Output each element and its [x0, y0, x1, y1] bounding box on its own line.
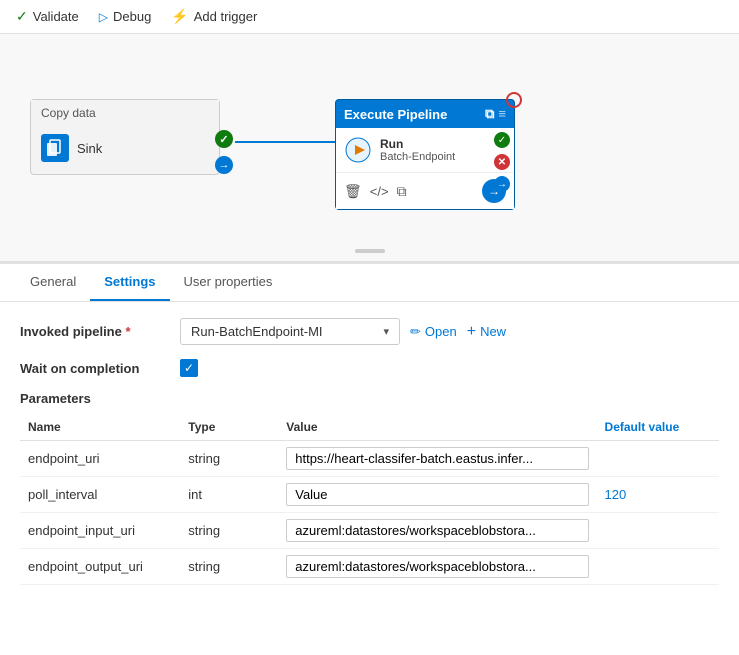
- bottom-panel: General Settings User properties Invoked…: [0, 264, 739, 655]
- param-name: endpoint_uri: [20, 441, 180, 477]
- execute-header-icons: ⧉ ≡: [485, 106, 506, 122]
- trigger-icon: ⚡: [171, 8, 188, 25]
- tab-general[interactable]: General: [16, 264, 90, 301]
- param-default: [597, 513, 719, 549]
- table-row: endpoint_uristring: [20, 441, 719, 477]
- copy-data-connectors: ✓ →: [215, 130, 233, 174]
- param-value-cell: [278, 477, 596, 513]
- validate-button[interactable]: ✓ Validate: [16, 8, 79, 25]
- execute-title: Execute Pipeline: [344, 107, 447, 122]
- collapse-handle[interactable]: [355, 249, 385, 253]
- run-icon: [344, 136, 372, 164]
- invoked-pipeline-row: Invoked pipeline * Run-BatchEndpoint-MI …: [20, 318, 719, 345]
- copy-data-title: Copy data: [41, 106, 96, 120]
- copy-data-body: Sink: [31, 126, 219, 174]
- param-type: string: [180, 549, 278, 585]
- edit-icon: ✏: [410, 324, 421, 340]
- table-row: endpoint_input_uristring: [20, 513, 719, 549]
- new-label: New: [480, 324, 506, 339]
- exec-success-connector[interactable]: ✓: [494, 132, 510, 148]
- run-label: Run Batch-Endpoint: [380, 137, 455, 163]
- table-row: poll_intervalint 120: [20, 477, 719, 513]
- code-icon[interactable]: </>: [370, 184, 389, 199]
- col-header-type: Type: [180, 414, 278, 441]
- param-type: string: [180, 441, 278, 477]
- chevron-down-icon: ▾: [383, 325, 389, 338]
- add-trigger-label: Add trigger: [194, 9, 258, 24]
- execute-pipeline-node[interactable]: Execute Pipeline ⧉ ≡ Run Batch-Endpoint …: [335, 99, 515, 210]
- param-value-input[interactable]: [286, 519, 588, 542]
- col-header-default: Default value: [597, 414, 719, 441]
- execute-footer: 🗑 </> ⧉ →: [336, 172, 514, 209]
- debug-label: Debug: [113, 9, 151, 24]
- parameters-table: Name Type Value Default value endpoint_u…: [20, 414, 719, 585]
- copy-data-node[interactable]: Copy data Sink ✓ →: [30, 99, 220, 175]
- wait-completion-control: ✓: [180, 359, 719, 377]
- toolbar: ✓ Validate ▷ Debug ⚡ Add trigger: [0, 0, 739, 34]
- param-value-cell: [278, 513, 596, 549]
- red-status-circle: [506, 92, 522, 108]
- delete-icon[interactable]: 🗑: [344, 183, 362, 200]
- tab-settings[interactable]: Settings: [90, 264, 169, 301]
- wait-completion-row: Wait on completion ✓: [20, 359, 719, 377]
- run-text: Run: [380, 137, 455, 151]
- copy-icon[interactable]: ⧉: [397, 183, 407, 200]
- add-trigger-button[interactable]: ⚡ Add trigger: [171, 8, 257, 25]
- wait-completion-label: Wait on completion: [20, 361, 180, 376]
- execute-body: Run Batch-Endpoint ✓ ✕ →: [336, 128, 514, 172]
- tab-bar: General Settings User properties: [0, 264, 739, 302]
- external-link-icon[interactable]: ⧉: [485, 106, 494, 122]
- param-value-input[interactable]: [286, 483, 588, 506]
- param-default: [597, 549, 719, 585]
- param-default: 120: [597, 477, 719, 513]
- execute-connectors: ✓ ✕ →: [490, 128, 514, 196]
- param-value-cell: [278, 441, 596, 477]
- param-value-cell: [278, 549, 596, 585]
- invoked-pipeline-control: Run-BatchEndpoint-MI ▾ ✏ Open + New: [180, 318, 719, 345]
- debug-button[interactable]: ▷ Debug: [99, 9, 152, 24]
- param-default: [597, 441, 719, 477]
- copy-data-body-label: Sink: [77, 141, 102, 156]
- canvas-area: Copy data Sink ✓ → Execute Pipeline ⧉: [0, 34, 739, 264]
- param-type: string: [180, 513, 278, 549]
- open-button[interactable]: ✏ Open: [410, 324, 457, 340]
- copy-data-icon: [41, 134, 69, 162]
- validate-label: Validate: [33, 9, 79, 24]
- pipeline-dropdown[interactable]: Run-BatchEndpoint-MI ▾: [180, 318, 400, 345]
- col-header-value: Value: [278, 414, 596, 441]
- col-header-name: Name: [20, 414, 180, 441]
- tab-user-properties[interactable]: User properties: [170, 264, 287, 301]
- new-button[interactable]: + New: [467, 323, 506, 341]
- param-value-input[interactable]: [286, 555, 588, 578]
- settings-content: Invoked pipeline * Run-BatchEndpoint-MI …: [0, 302, 739, 601]
- exec-skip-connector[interactable]: →: [494, 176, 510, 192]
- exec-fail-connector[interactable]: ✕: [494, 154, 510, 170]
- parameters-section: Parameters Name Type Value Default value…: [20, 391, 719, 585]
- execute-header: Execute Pipeline ⧉ ≡: [336, 100, 514, 128]
- play-icon: ▷: [99, 10, 108, 24]
- table-row: endpoint_output_uristring: [20, 549, 719, 585]
- param-name: poll_interval: [20, 477, 180, 513]
- connection-arrow: [235, 141, 340, 143]
- wait-completion-checkbox[interactable]: ✓: [180, 359, 198, 377]
- run-sublabel-text: Batch-Endpoint: [380, 151, 455, 163]
- parameters-title: Parameters: [20, 391, 719, 406]
- param-type: int: [180, 477, 278, 513]
- check-icon: ✓: [16, 8, 28, 25]
- arrow-connector[interactable]: →: [215, 156, 233, 174]
- plus-icon: +: [467, 323, 476, 341]
- param-value-input[interactable]: [286, 447, 588, 470]
- open-label: Open: [425, 324, 457, 339]
- drag-icon: ≡: [498, 106, 506, 122]
- invoked-pipeline-label: Invoked pipeline *: [20, 324, 180, 339]
- success-connector[interactable]: ✓: [215, 130, 233, 148]
- pipeline-dropdown-value: Run-BatchEndpoint-MI: [191, 324, 323, 339]
- param-name: endpoint_input_uri: [20, 513, 180, 549]
- param-name: endpoint_output_uri: [20, 549, 180, 585]
- copy-data-header: Copy data: [31, 100, 219, 126]
